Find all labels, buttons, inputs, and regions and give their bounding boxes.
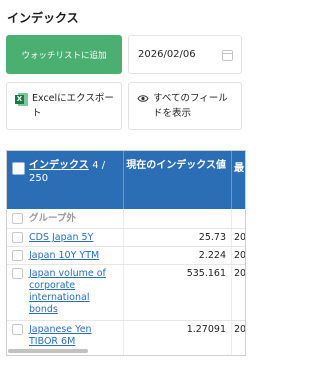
col-value-header[interactable]: 現在のインデックス値 bbox=[125, 159, 229, 172]
row-checkbox[interactable] bbox=[12, 250, 23, 261]
col-third-header[interactable]: 最 bbox=[234, 159, 244, 174]
group-row: グループ外 bbox=[7, 209, 245, 229]
date-value: 2026/02/06 bbox=[138, 49, 196, 60]
row-checkbox[interactable] bbox=[12, 268, 23, 279]
calendar-icon[interactable] bbox=[222, 50, 233, 61]
table-row: Japan 10Y YTM 2.224 20 bbox=[7, 247, 246, 265]
group-checkbox[interactable] bbox=[12, 213, 23, 224]
third-col-value: 20 bbox=[234, 232, 246, 243]
show-all-fields-label: すべてのフィールドを表示 bbox=[153, 93, 228, 119]
index-table: インデックス 4 / 250 現在のインデックス値 最 グループ外 CDS Ja… bbox=[6, 150, 246, 356]
third-col-value: 20 bbox=[234, 250, 246, 261]
third-col-value: 20 bbox=[234, 268, 246, 279]
group-label: グループ外 bbox=[29, 213, 76, 224]
column-divider[interactable] bbox=[231, 151, 232, 209]
export-excel-button[interactable]: X Excelにエクスポート bbox=[6, 82, 122, 130]
date-field[interactable]: 2026/02/06 bbox=[128, 35, 242, 74]
eye-icon bbox=[137, 95, 149, 102]
column-divider[interactable] bbox=[123, 151, 124, 209]
index-value: 2.224 bbox=[198, 250, 226, 261]
table-row: Japan volume of corporate international … bbox=[7, 265, 246, 321]
index-name-link[interactable]: Japanese Yen TIBOR 6M bbox=[29, 324, 121, 348]
excel-icon: X bbox=[15, 93, 28, 106]
third-col-value: 20 bbox=[234, 324, 246, 335]
horizontal-scrollbar[interactable] bbox=[8, 349, 88, 353]
index-value: 535.161 bbox=[186, 268, 226, 279]
table-header: インデックス 4 / 250 現在のインデックス値 最 bbox=[7, 151, 245, 209]
row-checkbox[interactable] bbox=[12, 232, 23, 243]
add-to-watchlist-button[interactable]: ウォッチリストに追加 bbox=[6, 35, 122, 74]
index-value: 1.27091 bbox=[186, 324, 226, 335]
page-title: インデックス bbox=[7, 11, 79, 25]
row-checkbox[interactable] bbox=[12, 324, 23, 335]
col-index-label: インデックス bbox=[29, 160, 89, 171]
index-name-link[interactable]: CDS Japan 5Y bbox=[29, 232, 121, 244]
index-name-link[interactable]: Japan volume of corporate international … bbox=[29, 268, 121, 316]
index-name-link[interactable]: Japan 10Y YTM bbox=[29, 250, 121, 262]
export-excel-label: Excelにエクスポート bbox=[32, 93, 114, 119]
add-to-watchlist-label: ウォッチリストに追加 bbox=[21, 50, 107, 61]
col-index-header[interactable]: インデックス 4 / 250 bbox=[29, 159, 119, 185]
index-value: 25.73 bbox=[198, 232, 226, 243]
table-row: CDS Japan 5Y 25.73 20 bbox=[7, 229, 246, 247]
select-all-checkbox[interactable] bbox=[12, 162, 25, 175]
show-all-fields-button[interactable]: すべてのフィールドを表示 bbox=[128, 82, 242, 130]
